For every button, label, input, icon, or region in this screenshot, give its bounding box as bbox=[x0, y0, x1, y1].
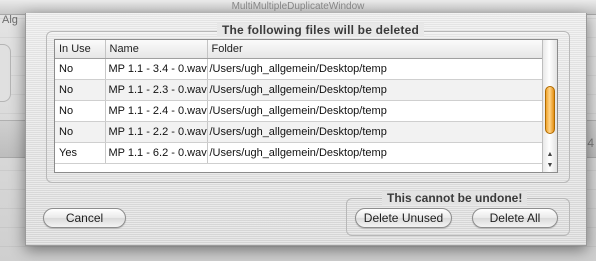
cell-folder: /Users/ugh_allgemein/Desktop/temp bbox=[207, 121, 544, 143]
cell-folder: /Users/ugh_allgemein/Desktop/temp bbox=[207, 100, 544, 122]
undone-warning-title: This cannot be undone! bbox=[382, 191, 528, 205]
table-row[interactable]: No MP 1.1 - 2.2 - 0.wav /Users/ugh_allge… bbox=[55, 121, 544, 143]
table-row[interactable]: No MP 1.1 - 3.4 - 0.wav /Users/ugh_allge… bbox=[55, 58, 544, 80]
scroll-up-arrow-icon[interactable]: ▲ bbox=[543, 150, 557, 160]
cell-name: MP 1.1 - 3.4 - 0.wav bbox=[105, 58, 208, 80]
cell-folder: /Users/ugh_allgemein/Desktop/temp bbox=[207, 142, 544, 164]
files-group-box: The following files will be deleted In U… bbox=[46, 23, 570, 183]
cell-name: MP 1.1 - 2.2 - 0.wav bbox=[105, 121, 208, 143]
vertical-scrollbar[interactable]: ▲ ▼ bbox=[542, 40, 557, 172]
delete-files-sheet: The following files will be deleted In U… bbox=[25, 13, 587, 246]
cell-in-use: Yes bbox=[55, 142, 106, 164]
cell-in-use: No bbox=[55, 100, 106, 122]
column-header-in-use[interactable]: In Use bbox=[55, 40, 106, 59]
table-row[interactable]: Yes MP 1.1 - 6.2 - 0.wav /Users/ugh_allg… bbox=[55, 142, 544, 164]
background-left-label: Alg bbox=[2, 14, 18, 26]
files-table-grid: In Use Name Folder No MP 1.1 - 3.4 - 0.w… bbox=[55, 40, 544, 164]
cell-folder: /Users/ugh_allgemein/Desktop/temp bbox=[207, 58, 544, 80]
cancel-button[interactable]: Cancel bbox=[43, 208, 126, 228]
delete-all-button[interactable]: Delete All bbox=[472, 208, 558, 228]
column-header-name[interactable]: Name bbox=[105, 40, 208, 59]
cell-name: MP 1.1 - 2.3 - 0.wav bbox=[105, 79, 208, 101]
table-header-row: In Use Name Folder bbox=[55, 40, 544, 59]
table-row[interactable]: No MP 1.1 - 2.3 - 0.wav /Users/ugh_allge… bbox=[55, 79, 544, 101]
cell-in-use: No bbox=[55, 121, 106, 143]
cell-name: MP 1.1 - 2.4 - 0.wav bbox=[105, 100, 208, 122]
delete-unused-button[interactable]: Delete Unused bbox=[355, 208, 452, 228]
files-group-title: The following files will be deleted bbox=[217, 23, 425, 37]
column-header-folder[interactable]: Folder bbox=[207, 40, 544, 59]
cell-folder: /Users/ugh_allgemein/Desktop/temp bbox=[207, 79, 544, 101]
cell-name: MP 1.1 - 6.2 - 0.wav bbox=[105, 142, 208, 164]
background-right-number: 4 bbox=[587, 136, 594, 150]
cell-in-use: No bbox=[55, 58, 106, 80]
scrollbar-thumb[interactable] bbox=[545, 86, 555, 134]
cell-in-use: No bbox=[55, 79, 106, 101]
files-table[interactable]: In Use Name Folder No MP 1.1 - 3.4 - 0.w… bbox=[54, 39, 558, 173]
table-row[interactable]: No MP 1.1 - 2.4 - 0.wav /Users/ugh_allge… bbox=[55, 100, 544, 122]
scroll-down-arrow-icon[interactable]: ▼ bbox=[543, 161, 557, 171]
background-left-panel bbox=[0, 44, 11, 102]
